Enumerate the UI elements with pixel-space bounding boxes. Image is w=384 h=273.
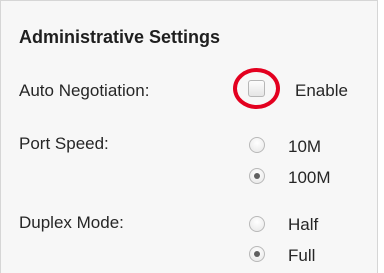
duplex-half-radio[interactable] [249,216,265,232]
administrative-settings-panel: Administrative Settings Auto Negotiation… [0,0,378,273]
port-speed-10m-radio[interactable] [249,137,265,153]
duplex-full-label[interactable]: Full [288,246,315,266]
port-speed-100m-label[interactable]: 100M [288,168,331,188]
port-speed-10m-label[interactable]: 10M [288,137,321,157]
port-speed-label: Port Speed: [19,134,109,153]
duplex-full-radio[interactable] [249,246,265,262]
auto-negotiation-label: Auto Negotiation: [19,81,150,100]
section-title: Administrative Settings [19,27,221,47]
auto-negotiation-enable-checkbox[interactable] [248,80,265,97]
enable-checkbox-label[interactable]: Enable [295,81,348,101]
duplex-half-label[interactable]: Half [288,215,318,235]
port-speed-100m-radio[interactable] [249,168,265,184]
duplex-mode-label: Duplex Mode: [19,213,124,232]
